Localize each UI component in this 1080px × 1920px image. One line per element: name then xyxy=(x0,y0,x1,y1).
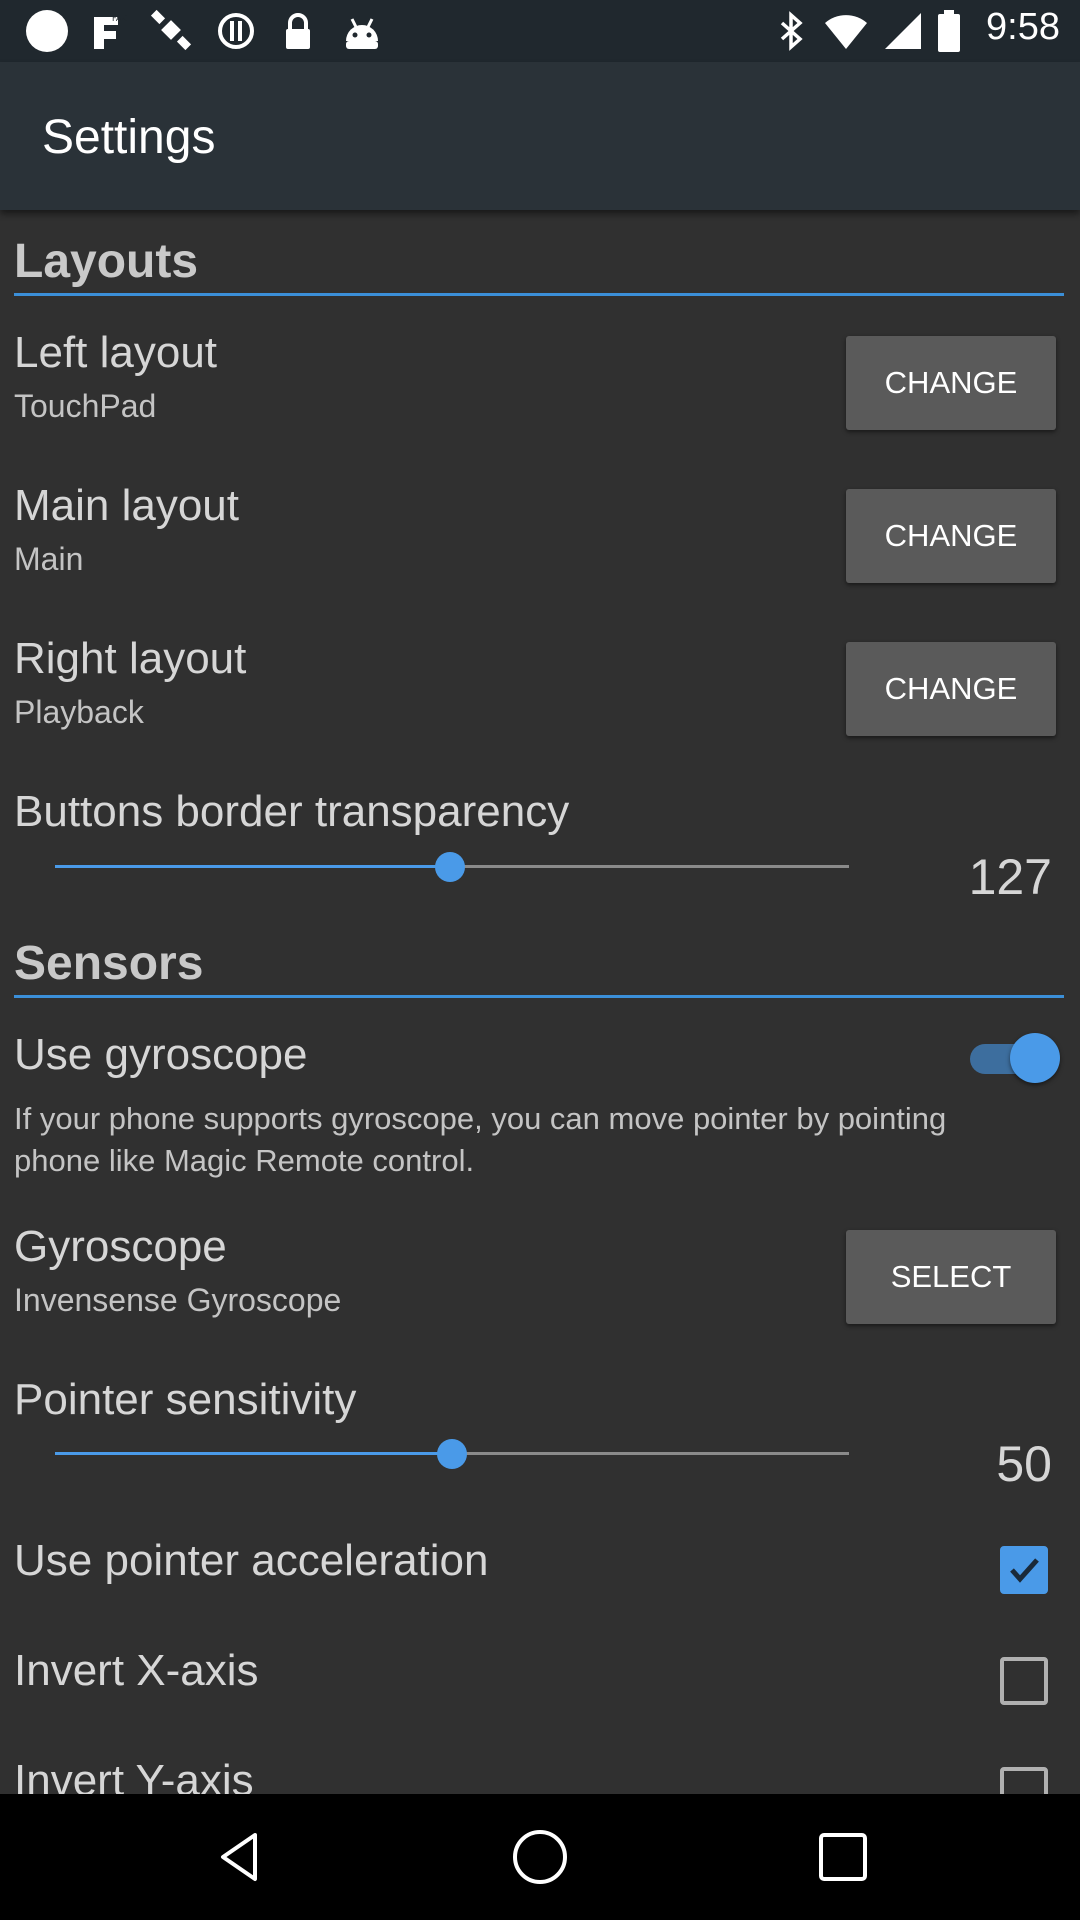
left-layout-title: Left layout xyxy=(14,328,218,377)
section-header-sensors: Sensors xyxy=(14,936,1064,998)
android-icon xyxy=(340,11,384,51)
slider-fill xyxy=(55,865,451,868)
battery-icon xyxy=(936,10,962,52)
status-bar: FAKE 9:58 xyxy=(0,0,1080,62)
invert-x-checkbox[interactable] xyxy=(1000,1657,1048,1705)
use-gyroscope-description: If your phone supports gyroscope, you ca… xyxy=(14,1101,947,1178)
fake-gps-icon: FAKE xyxy=(88,11,128,51)
use-gyroscope-title: Use gyroscope xyxy=(14,1030,308,1079)
wifi-icon xyxy=(822,11,870,51)
circle-notification-icon xyxy=(24,10,70,52)
invert-y-checkbox[interactable] xyxy=(1000,1767,1048,1794)
slider-thumb[interactable] xyxy=(437,1439,467,1469)
svg-text:FAKE: FAKE xyxy=(112,14,128,23)
toggle-thumb xyxy=(1010,1033,1060,1083)
pointer-sensitivity-title: Pointer sensitivity xyxy=(14,1375,357,1424)
pointer-acceleration-checkbox[interactable] xyxy=(1000,1546,1048,1594)
page-title: Settings xyxy=(42,111,216,164)
border-transparency-slider[interactable] xyxy=(55,847,849,887)
pointer-sensitivity-slider[interactable] xyxy=(55,1434,849,1474)
pointer-acceleration-title: Use pointer acceleration xyxy=(14,1536,489,1585)
gyroscope-select-button[interactable]: SELECT xyxy=(846,1230,1056,1324)
app-bar: Settings xyxy=(0,62,1080,210)
home-icon[interactable] xyxy=(510,1827,570,1887)
section-header-layouts: Layouts xyxy=(14,234,1064,296)
signal-icon xyxy=(882,11,924,51)
slider-thumb[interactable] xyxy=(435,852,466,882)
border-transparency-title: Buttons border transparency xyxy=(14,787,570,836)
pointer-sensitivity-value: 50 xyxy=(996,1436,1052,1492)
slider-fill xyxy=(55,1452,452,1455)
left-layout-change-button[interactable]: CHANGE xyxy=(846,336,1056,430)
lock-icon xyxy=(278,11,318,51)
invert-y-title: Invert Y-axis xyxy=(14,1756,254,1794)
right-layout-change-button[interactable]: CHANGE xyxy=(846,642,1056,736)
vibrate-icon xyxy=(216,11,256,51)
bluetooth-icon xyxy=(774,11,808,51)
check-icon xyxy=(1010,1558,1039,1583)
main-layout-value: Main xyxy=(14,541,84,577)
border-transparency-value: 127 xyxy=(968,849,1052,905)
status-time: 9:58 xyxy=(986,6,1060,48)
recents-icon[interactable] xyxy=(813,1827,873,1887)
right-layout-title: Right layout xyxy=(14,634,247,683)
right-layout-value: Playback xyxy=(14,694,144,730)
navigation-bar xyxy=(0,1794,1080,1920)
gyroscope-title: Gyroscope xyxy=(14,1222,227,1271)
back-icon[interactable] xyxy=(209,1827,269,1887)
use-gyroscope-toggle[interactable] xyxy=(966,1030,1060,1086)
satellite-icon xyxy=(150,9,194,51)
left-layout-value: TouchPad xyxy=(14,388,157,424)
main-layout-change-button[interactable]: CHANGE xyxy=(846,489,1056,583)
gyroscope-value: Invensense Gyroscope xyxy=(14,1282,342,1318)
invert-x-title: Invert X-axis xyxy=(14,1646,259,1695)
settings-list[interactable]: Layouts Left layout TouchPad CHANGE Main… xyxy=(0,210,1080,1794)
main-layout-title: Main layout xyxy=(14,481,240,530)
